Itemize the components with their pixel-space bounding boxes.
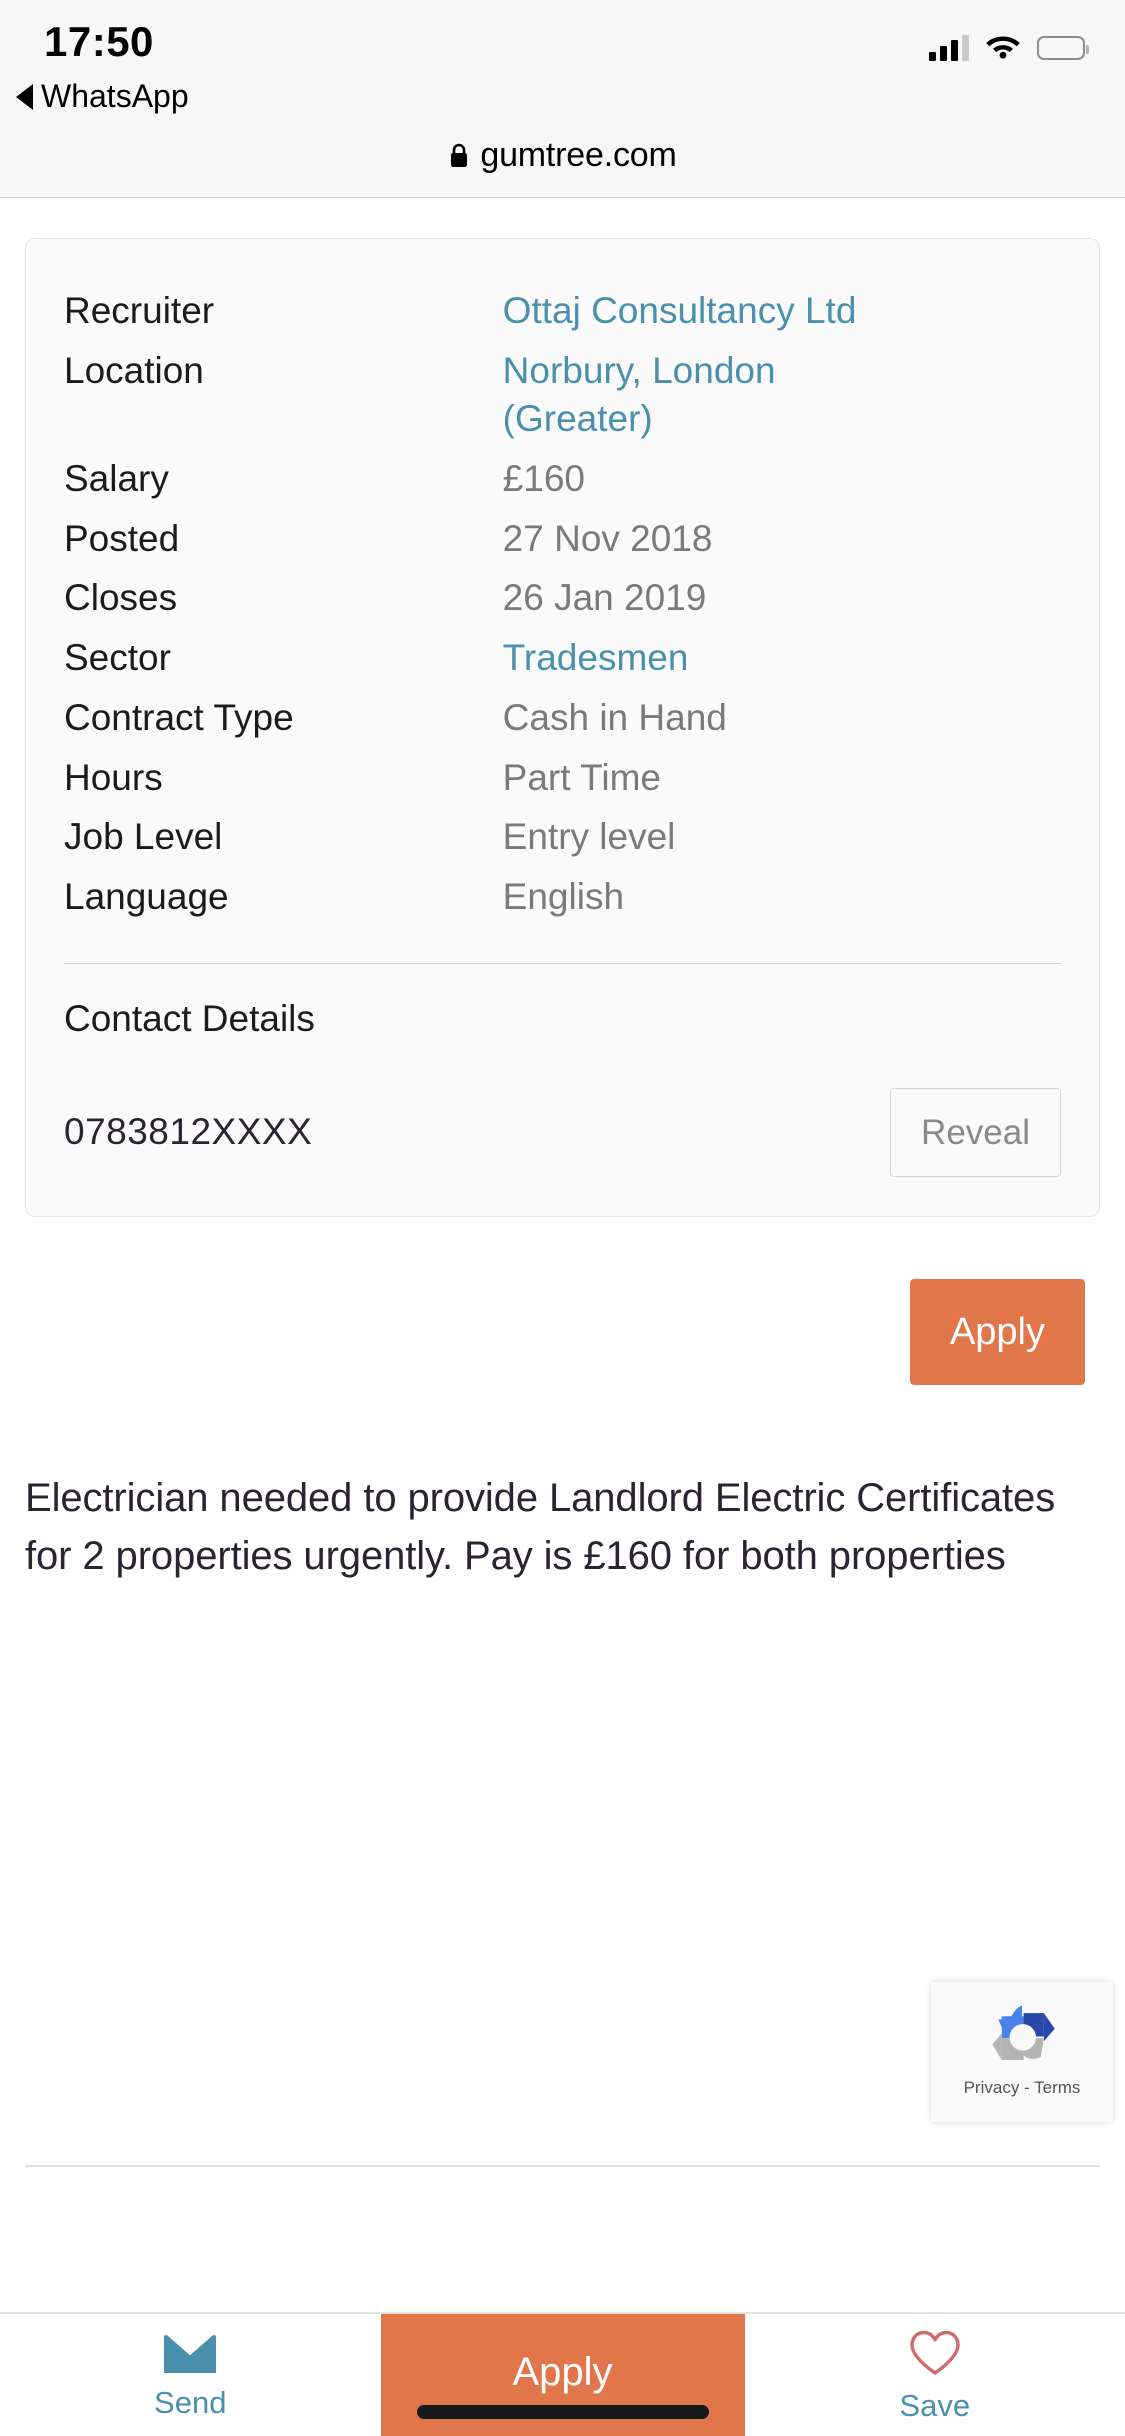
table-row: Hours Part Time [64,756,1061,818]
detail-value-language: English [502,875,625,917]
job-description-text: Electrician needed to provide Landlord E… [25,1476,1056,1579]
send-button[interactable]: Send [0,2314,381,2436]
bottom-action-bar: Send Apply Save [0,2312,1125,2436]
table-row: Job Level Entry level [64,816,1061,877]
table-row: Language English [64,875,1061,937]
detail-value-closes: 26 Jan 2019 [502,577,707,619]
detail-label-job-level: Job Level [64,816,223,858]
detail-value-sector[interactable]: Tradesmen [503,637,1061,698]
detail-label-location: Location [64,349,204,391]
contact-phone-number: 0783812XXXX [64,1111,313,1153]
recaptcha-logo-icon [983,1996,1061,2074]
detail-value-location-line1: Norbury, London [502,349,776,391]
detail-value-location[interactable]: Norbury, London (Greater) [502,349,1061,459]
triangle-left-icon [16,83,33,110]
table-row: Location Norbury, London (Greater) [64,349,1061,459]
browser-url-bar[interactable]: gumtree.com [0,132,1125,198]
wifi-icon [985,32,1021,64]
job-details-card: Recruiter Ottaj Consultancy Ltd Location… [25,238,1100,1218]
detail-label-language: Language [64,875,229,917]
table-row: Posted 27 Nov 2018 [64,517,1061,579]
contact-details-heading: Contact Details [64,998,315,1040]
detail-value-recruiter[interactable]: Ottaj Consultancy Ltd [503,290,1061,351]
section-divider [64,962,1061,965]
url-text: gumtree.com [480,136,677,174]
detail-value-hours: Part Time [502,756,661,798]
back-to-app-label: WhatsApp [41,78,189,114]
detail-label-salary: Salary [64,458,169,500]
table-row: Salary £160 [64,458,1061,519]
heart-outline-icon [908,2329,962,2384]
ios-status-bar: 17:50 WhatsApp [0,0,1125,132]
apply-button-row: Apply [0,1217,1125,1386]
status-bar-indicators [929,32,1089,64]
reveal-button[interactable]: Reveal [890,1087,1061,1177]
save-button[interactable]: Save [745,2314,1125,2436]
table-row: Recruiter Ottaj Consultancy Ltd [64,290,1061,351]
detail-value-posted: 27 Nov 2018 [502,517,713,559]
table-row: Sector Tradesmen [64,637,1061,698]
job-details-table: Recruiter Ottaj Consultancy Ltd Location… [64,290,1061,937]
detail-label-recruiter: Recruiter [64,290,215,331]
recaptcha-badge[interactable]: Privacy - Terms [931,1982,1113,2122]
detail-label-closes: Closes [64,577,178,619]
detail-value-salary: £160 [502,458,585,500]
back-to-app-button[interactable]: WhatsApp [16,78,189,115]
detail-value-location-line2: (Greater) [502,398,653,440]
status-bar-time: 17:50 [44,18,154,65]
save-label: Save [899,2388,971,2423]
home-indicator [416,2405,709,2419]
cellular-signal-icon [929,35,969,61]
content-bottom-divider [25,2165,1100,2167]
send-label: Send [154,2385,227,2420]
recaptcha-privacy-terms[interactable]: Privacy - Terms [964,2078,1081,2098]
detail-label-hours: Hours [64,756,163,798]
table-row: Closes 26 Jan 2019 [64,578,1061,638]
envelope-icon [162,2332,218,2381]
table-row: Contract Type Cash in Hand [64,696,1061,758]
detail-label-sector: Sector [64,637,171,679]
contact-details-row: 0783812XXXX Reveal [64,1082,1061,1182]
apply-bottom-label: Apply [512,2350,613,2394]
battery-low-icon [1037,36,1089,60]
detail-label-posted: Posted [64,517,180,559]
job-detail-page: Recruiter Ottaj Consultancy Ltd Location… [0,238,1125,1586]
detail-value-job-level: Entry level [502,816,676,858]
apply-button-top[interactable]: Apply [909,1279,1085,1386]
lock-icon [448,142,470,175]
detail-label-contract-type: Contract Type [64,696,294,738]
detail-value-contract-type: Cash in Hand [502,696,727,738]
